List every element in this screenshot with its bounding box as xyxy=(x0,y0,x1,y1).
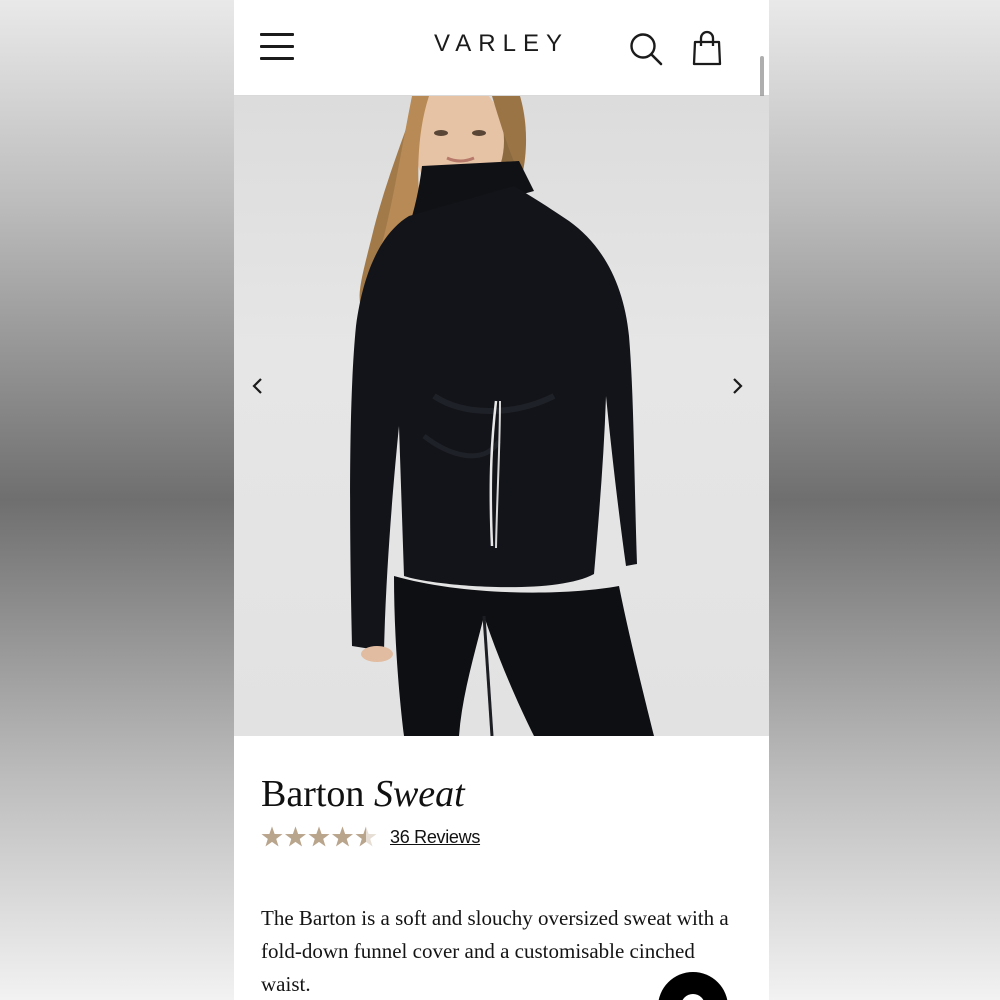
star-filled-icon xyxy=(261,826,283,847)
brand-logo[interactable]: VARLEY xyxy=(234,30,769,58)
search-icon[interactable] xyxy=(629,32,663,66)
star-filled-icon xyxy=(308,826,330,847)
background-left xyxy=(0,0,234,1000)
product-photo xyxy=(350,96,654,736)
reviews-link[interactable]: 36 Reviews xyxy=(390,827,480,848)
product-title: Barton Sweat xyxy=(261,772,465,816)
site-header: VARLEY xyxy=(234,0,769,96)
star-filled-icon xyxy=(285,826,306,847)
star-rating-icon xyxy=(261,826,377,847)
product-title-italic: Sweat xyxy=(373,773,465,815)
chevron-right-icon[interactable] xyxy=(723,372,751,400)
mobile-page: VARLEY Barton Sweat 36 Reviews The Barto… xyxy=(234,0,769,1000)
product-image-gallery[interactable] xyxy=(234,96,769,736)
product-title-plain: Barton xyxy=(261,773,365,815)
star-filled-icon xyxy=(332,826,353,847)
chevron-left-icon[interactable] xyxy=(244,372,272,400)
product-rating: 36 Reviews xyxy=(261,822,480,852)
background-right xyxy=(769,0,1000,1000)
shopping-bag-icon[interactable] xyxy=(692,30,722,66)
